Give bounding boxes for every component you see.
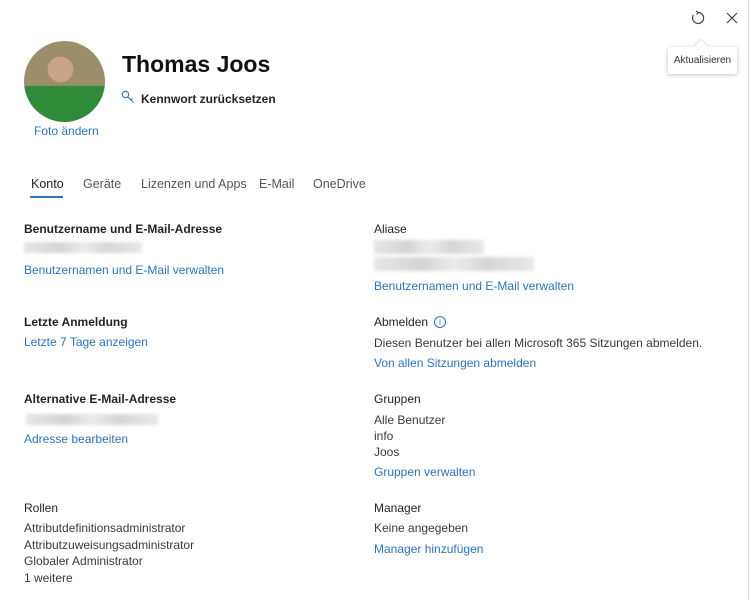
- reset-password-label: Kennwort zurücksetzen: [141, 91, 276, 106]
- manager-heading: Manager: [374, 501, 422, 515]
- manage-aliases-link[interactable]: Benutzernamen und E-Mail verwalten: [374, 279, 574, 293]
- tab-konto[interactable]: Konto: [31, 177, 64, 191]
- roles-heading: Rollen: [24, 501, 59, 515]
- tab-geraete[interactable]: Geräte: [83, 177, 121, 191]
- last-7-days-link[interactable]: Letzte 7 Tage anzeigen: [24, 335, 148, 349]
- role-item: Attributzuweisungsadministrator: [24, 538, 195, 552]
- edit-address-link[interactable]: Adresse bearbeiten: [24, 432, 128, 446]
- aliases-heading: Aliase: [374, 222, 407, 236]
- scrollbar-edge: [748, 0, 749, 600]
- key-icon: [121, 90, 135, 107]
- signout-all-link[interactable]: Von allen Sitzungen abmelden: [374, 356, 536, 370]
- manage-username-link[interactable]: Benutzernamen und E-Mail verwalten: [24, 263, 224, 277]
- reset-password-button[interactable]: Kennwort zurücksetzen: [121, 90, 276, 107]
- last-login-heading: Letzte Anmeldung: [24, 315, 128, 329]
- tab-email[interactable]: E-Mail: [259, 177, 294, 191]
- alt-email-heading: Alternative E-Mail-Adresse: [24, 392, 177, 406]
- group-item: info: [374, 429, 394, 443]
- username-heading: Benutzername und E-Mail-Adresse: [24, 222, 223, 236]
- role-item: Globaler Administrator: [24, 554, 143, 568]
- signout-title: Abmelden: [374, 315, 429, 329]
- tab-onedrive[interactable]: OneDrive: [313, 177, 366, 191]
- signout-description: Diesen Benutzer bei allen Microsoft 365 …: [374, 336, 703, 350]
- active-tab-indicator: [30, 196, 63, 198]
- username-value-redacted: [24, 242, 142, 253]
- refresh-icon[interactable]: [690, 10, 706, 26]
- change-photo-link[interactable]: Foto ändern: [34, 124, 99, 138]
- refresh-tooltip: Aktualisieren: [668, 39, 737, 74]
- group-item: Joos: [374, 445, 400, 459]
- info-icon[interactable]: i: [434, 316, 447, 328]
- groups-heading: Gruppen: [374, 392, 421, 406]
- role-item: Attributdefinitionsadministrator: [24, 521, 186, 535]
- user-name: Thomas Joos: [122, 51, 271, 77]
- group-item: Alle Benutzer: [374, 413, 446, 427]
- avatar: [24, 41, 105, 122]
- add-manager-link[interactable]: Manager hinzufügen: [374, 542, 483, 556]
- role-item-more: 1 weitere: [24, 571, 73, 585]
- tab-lizenzen[interactable]: Lizenzen und Apps: [141, 177, 247, 191]
- aliases-value-redacted: [374, 240, 484, 254]
- alt-email-value-redacted: [26, 414, 158, 425]
- manager-value: Keine angegeben: [374, 521, 469, 535]
- manage-groups-link[interactable]: Gruppen verwalten: [374, 465, 475, 479]
- tooltip-text: Aktualisieren: [673, 55, 732, 66]
- close-icon[interactable]: [725, 11, 739, 25]
- signout-heading: Abmelden i: [374, 315, 447, 329]
- aliases-value-redacted: [374, 257, 534, 271]
